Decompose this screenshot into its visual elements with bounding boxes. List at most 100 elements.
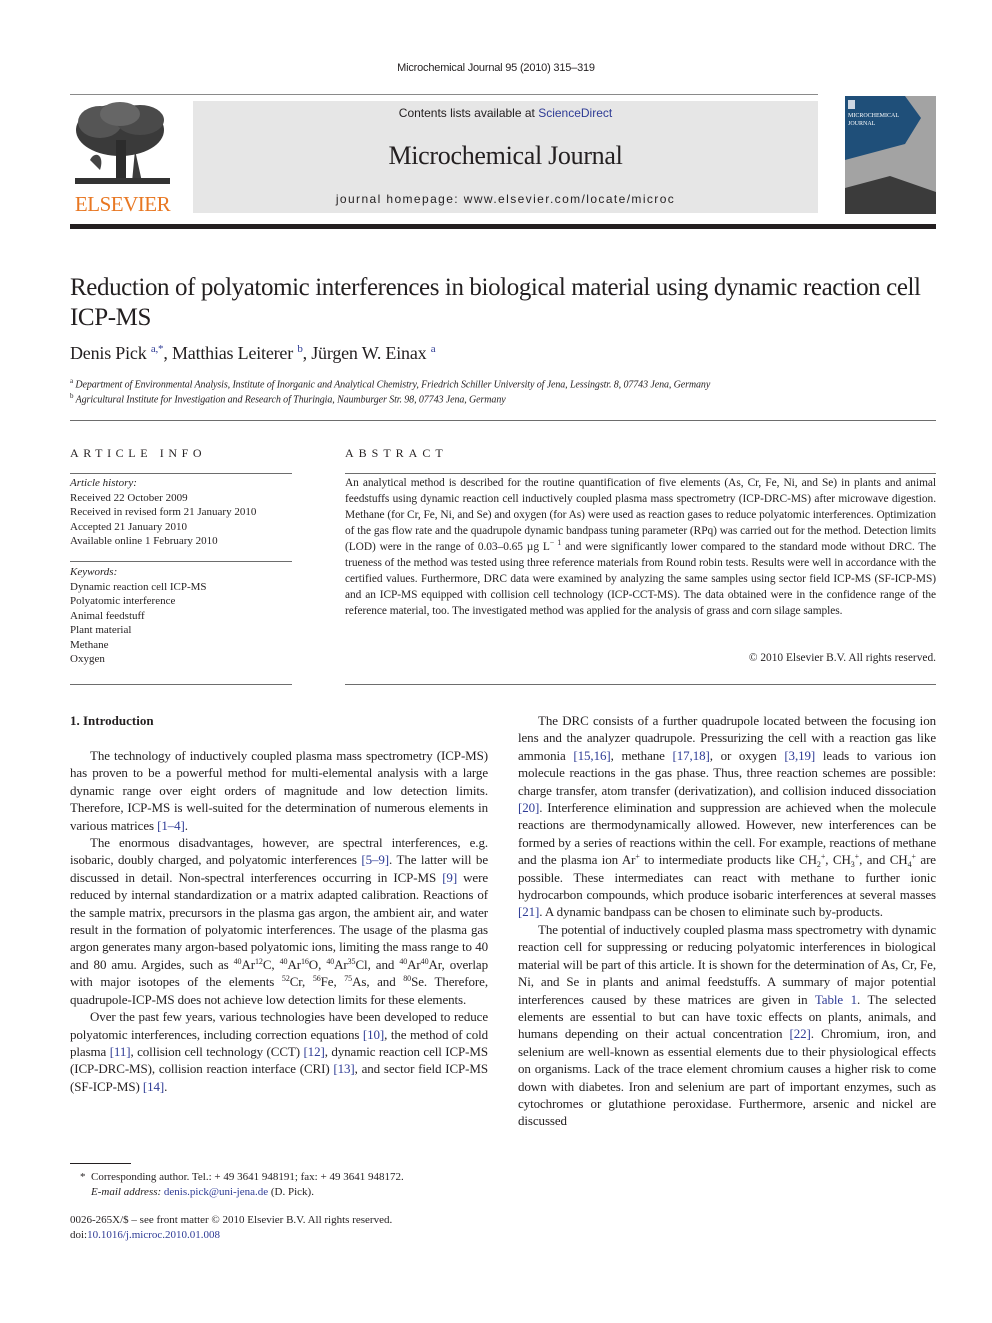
footnote-mark: * — [80, 1171, 86, 1183]
journal-cover[interactable]: MICROCHEMICAL JOURNAL — [845, 96, 936, 214]
issn-line: 0026-265X/$ – see front matter © 2010 El… — [70, 1214, 393, 1226]
section-heading: 1. Introduction — [70, 713, 154, 728]
citation-link[interactable]: [1–4] — [157, 818, 185, 833]
doi-link[interactable]: 10.1016/j.microc.2010.01.008 — [87, 1229, 220, 1241]
citation-link[interactable]: [12] — [303, 1044, 324, 1059]
citation-link[interactable]: [3,19] — [784, 748, 815, 763]
mass-number: 40 — [399, 956, 408, 966]
history-label: Article history: — [70, 477, 137, 489]
journal-name: Microchemical Journal — [388, 141, 623, 170]
abstract-bottom-rule — [345, 684, 936, 685]
text: , collision cell technology (CCT) — [130, 1043, 304, 1059]
keyword: Methane — [70, 638, 109, 651]
front-matter: 0026-265X/$ – see front matter © 2010 El… — [70, 1213, 392, 1243]
article-info-bottom-rule — [70, 684, 292, 685]
unit-exponent: − 1 — [549, 538, 562, 547]
keyword: Polyatomic interference — [70, 595, 176, 607]
subscript: 3 — [850, 860, 855, 870]
history-item: Received 22 October 2009 — [70, 491, 188, 504]
left-column: The technology of inductively coupled pl… — [70, 747, 488, 1095]
element: Cr — [289, 974, 303, 990]
element: Ar — [287, 956, 301, 972]
footnote-text: Corresponding author. Tel.: + 49 3641 94… — [91, 1171, 404, 1183]
email-label: E-mail address: — [91, 1186, 164, 1198]
element: As — [352, 974, 367, 990]
affiliation-text: Department of Environmental Analysis, In… — [75, 379, 711, 391]
citation-link[interactable]: [14] — [143, 1079, 164, 1094]
citation-link[interactable]: [10] — [363, 1027, 384, 1042]
element: Ar — [334, 956, 348, 972]
paragraph: The potential of inductively coupled pla… — [518, 921, 936, 1130]
keywords-rule — [70, 561, 292, 562]
top-rule — [70, 94, 818, 95]
citation-link[interactable]: [11] — [110, 1044, 131, 1059]
contents-line: Contents lists available at ScienceDirec… — [193, 106, 818, 120]
keyword: Oxygen — [70, 653, 105, 665]
elsevier-wordmark: ELSEVIER — [74, 192, 171, 216]
citation-link[interactable]: [5–9] — [361, 852, 389, 867]
citation-link[interactable]: [13] — [333, 1061, 354, 1076]
author-name[interactable]: Matthias Leiterer — [172, 343, 293, 363]
abstract-copyright: © 2010 Elsevier B.V. All rights reserved… — [748, 652, 936, 664]
author-marks[interactable]: a,* — [151, 343, 164, 355]
cover-title-line2: JOURNAL — [848, 121, 876, 127]
element: Ar — [241, 956, 255, 972]
author-marks[interactable]: a — [431, 343, 436, 355]
element: Ar — [428, 956, 442, 972]
mass-number: 75 — [344, 974, 353, 984]
affiliation: a Department of Environmental Analysis, … — [70, 377, 710, 390]
citation-link[interactable]: [22] — [790, 1026, 811, 1041]
homepage-link[interactable]: www.elsevier.com/locate/microc — [464, 192, 675, 206]
tree-icon — [70, 100, 175, 188]
text: , and CH — [859, 852, 908, 868]
keyword: Animal feedstuff — [70, 609, 145, 622]
subscript: 4 — [907, 860, 912, 870]
subscript: 2 — [816, 860, 821, 870]
article-info-heading: ARTICLE INFO — [70, 446, 207, 460]
affiliation: b Agricultural Institute for Investigati… — [70, 392, 506, 405]
mass-number: 16 — [300, 956, 309, 966]
email-suffix: (D. Pick). — [268, 1186, 314, 1198]
mass-number: 40 — [326, 956, 335, 966]
affiliation-mark: a — [70, 377, 74, 385]
paragraph: Over the past few years, various technol… — [70, 1008, 488, 1095]
article-title: Reduction of polyatomic interferences in… — [70, 274, 921, 331]
citation-link[interactable]: [21] — [518, 904, 539, 919]
email-link[interactable]: denis.pick@uni-jena.de — [164, 1186, 268, 1198]
mass-number: 80 — [403, 974, 412, 984]
journal-banner: Contents lists available at ScienceDirec… — [193, 101, 818, 213]
text: , methane — [610, 747, 673, 763]
author-name[interactable]: Denis Pick — [70, 343, 147, 363]
keyword: Dynamic reaction cell ICP-MS — [70, 580, 207, 593]
abstract-rule — [345, 473, 936, 474]
affiliation-text: Agricultural Institute for Investigation… — [75, 394, 506, 406]
affiliation-mark: b — [70, 392, 74, 400]
citation-link[interactable]: [9] — [442, 870, 457, 885]
journal-homepage: journal homepage: www.elsevier.com/locat… — [193, 192, 818, 206]
text: to intermediate products like CH — [639, 852, 817, 868]
history-item: Available online 1 February 2010 — [70, 535, 218, 547]
elsevier-logo[interactable]: ELSEVIER — [70, 100, 175, 216]
abstract-text: An analytical method is described for th… — [345, 475, 936, 619]
sciencedirect-link[interactable]: ScienceDirect — [538, 106, 612, 120]
element: O — [308, 956, 319, 972]
header-rule — [70, 224, 936, 229]
mass-number: 56 — [312, 974, 321, 984]
table-link[interactable]: Table 1 — [815, 992, 857, 1007]
abstract-heading: ABSTRACT — [345, 446, 448, 460]
citation-link[interactable]: [15,16] — [573, 748, 610, 763]
paragraph: The enormous disadvantages, however, are… — [70, 835, 488, 1007]
citation-link[interactable]: [20] — [518, 800, 539, 815]
keywords-label: Keywords: — [70, 566, 118, 578]
mass-number: 12 — [255, 956, 263, 966]
citation-link[interactable]: [17,18] — [673, 748, 710, 763]
author-separator: , — [302, 343, 312, 363]
article-history: Article history: Received 22 October 200… — [70, 476, 292, 549]
keyword: Plant material — [70, 624, 132, 636]
author-name[interactable]: Jürgen W. Einax — [311, 343, 426, 363]
text: The technology of inductively coupled pl… — [70, 748, 488, 833]
author-list: Denis Pick a,*, Matthias Leiterer b, Jür… — [70, 343, 436, 364]
element: Se — [411, 974, 424, 990]
corresponding-author-footnote: * Corresponding author. Tel.: + 49 3641 … — [80, 1170, 404, 1200]
running-head: Microchemical Journal 95 (2010) 315–319 — [397, 62, 595, 74]
